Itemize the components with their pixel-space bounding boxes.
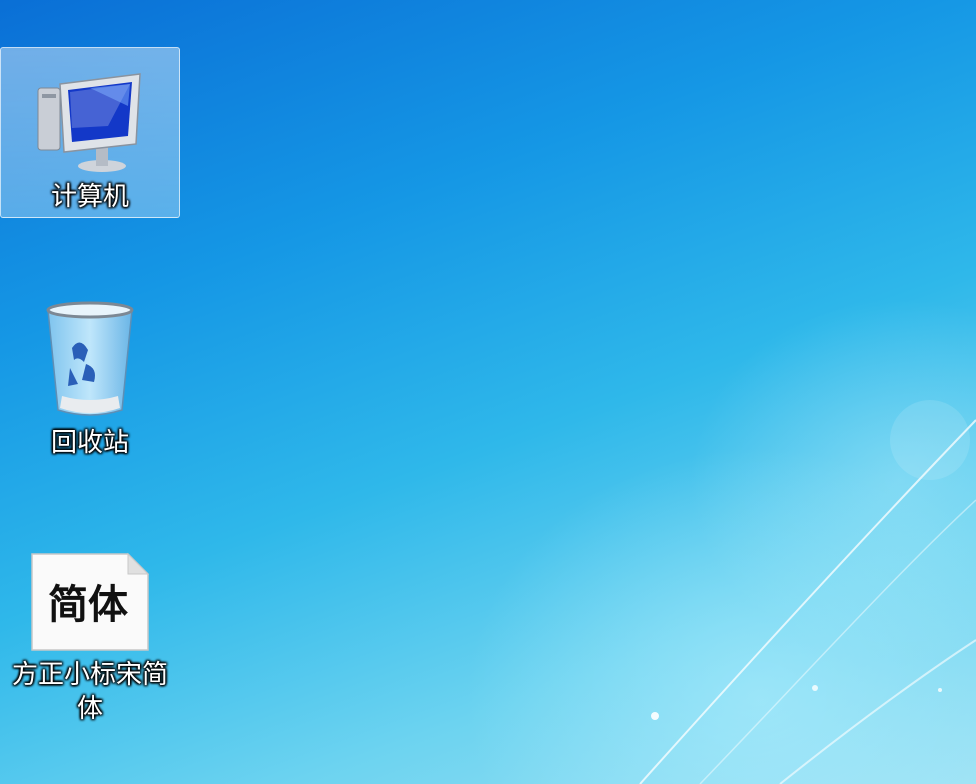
computer-icon — [37, 73, 141, 172]
desktop-icon-computer[interactable]: 计算机 — [0, 47, 180, 218]
recycle-bin-icon — [46, 301, 134, 416]
font-preview-text: 简体 — [48, 581, 128, 628]
partial-icon-label-top — [60, 0, 120, 6]
font-file-icon: 简体 — [31, 552, 150, 651]
desktop[interactable]: 计算机 回收站 简体 方正小标宋简体 — [0, 0, 976, 784]
desktop-icon-recycle-bin[interactable]: 回收站 — [0, 292, 180, 472]
desktop-icon-label: 计算机 — [50, 182, 129, 212]
desktop-icon-label: 方正小标宋简体 — [11, 660, 168, 724]
desktop-icon-font-file[interactable]: 简体 方正小标宋简体 — [0, 548, 180, 758]
desktop-icon-label: 回收站 — [50, 428, 129, 458]
